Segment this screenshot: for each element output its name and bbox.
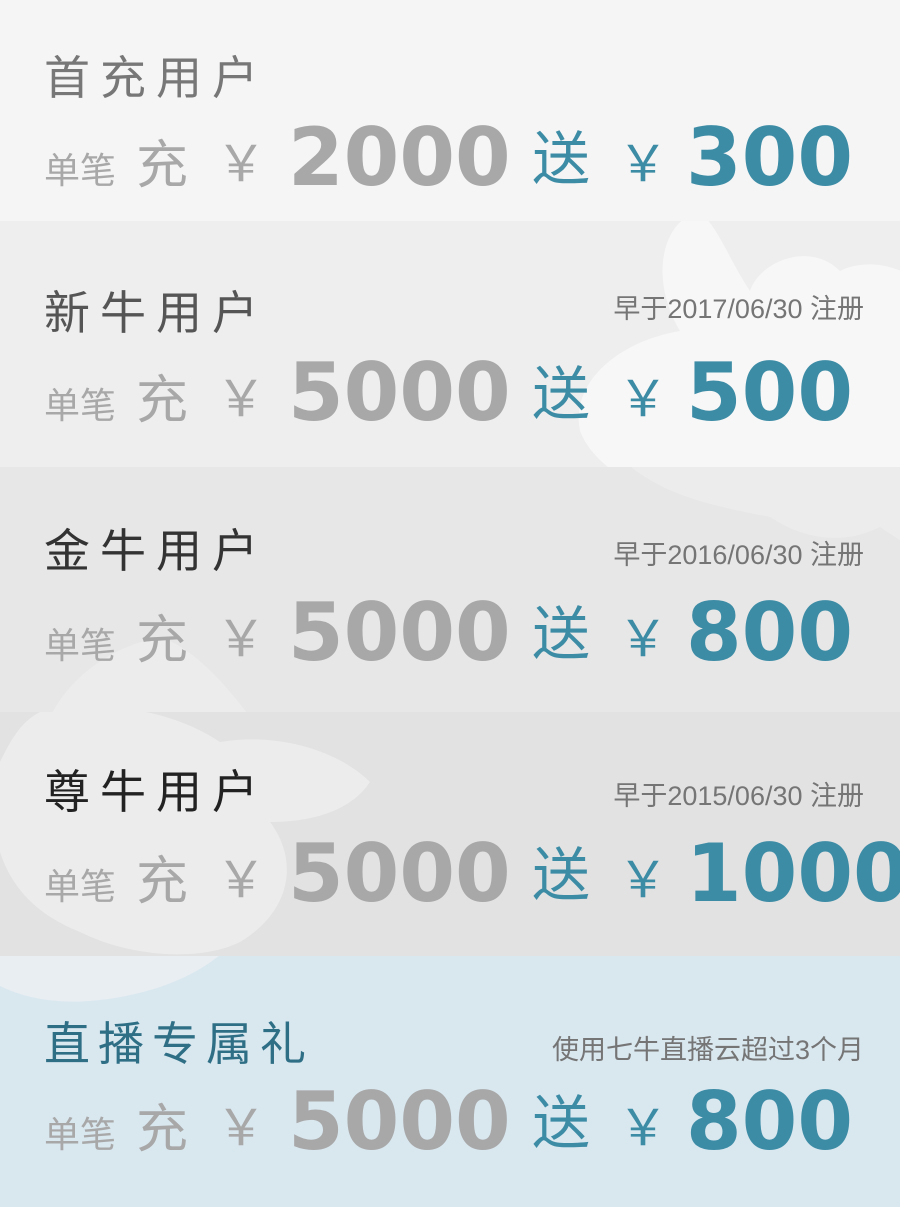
currency-symbol: ￥ xyxy=(216,370,266,428)
recharge-label: 充 xyxy=(136,371,189,431)
recharge-label: 充 xyxy=(136,611,189,671)
tier-condition: 早于2015/06/30 注册 xyxy=(613,781,864,811)
recharge-amount: 5000 xyxy=(288,346,511,439)
offer-line: 单笔 充 ￥ 5000 送 ￥ 800 xyxy=(44,1074,894,1164)
tier-condition: 早于2016/06/30 注册 xyxy=(613,540,864,570)
give-label: 送 xyxy=(532,1089,591,1157)
tier-gold-user: 金牛用户 早于2016/06/30 注册 单笔 充 ￥ 5000 送 ￥ 800 xyxy=(0,467,900,712)
offer-line: 单笔 充 ￥ 5000 送 ￥ 1000 xyxy=(44,826,900,920)
recharge-amount: 2000 xyxy=(288,111,511,204)
bonus-amount: 1000 xyxy=(686,827,900,920)
tier-condition: 早于2017/06/30 注册 xyxy=(613,294,864,324)
give-label: 送 xyxy=(532,360,591,428)
bonus-amount: 800 xyxy=(686,586,853,679)
offer-line: 单笔 充 ￥ 5000 送 ￥ 800 xyxy=(44,585,894,675)
offer-line: 单笔 充 ￥ 2000 送 ￥ 300 xyxy=(44,110,894,200)
promo-page: 首充用户 单笔 充 ￥ 2000 送 ￥ 300 新牛用户 早于2017/06/… xyxy=(0,0,900,1207)
currency-symbol: ￥ xyxy=(216,1099,266,1157)
tier-new-user: 新牛用户 早于2017/06/30 注册 单笔 充 ￥ 5000 送 ￥ 500 xyxy=(0,221,900,467)
single-label: 单笔 xyxy=(44,386,117,427)
mascot-cow-body xyxy=(0,956,219,1002)
single-label: 单笔 xyxy=(44,626,117,667)
give-label: 送 xyxy=(532,125,591,193)
recharge-amount: 5000 xyxy=(288,827,511,920)
tier-title: 新牛用户 xyxy=(44,286,268,340)
recharge-label: 充 xyxy=(136,136,189,196)
bonus-currency-symbol: ￥ xyxy=(618,610,668,668)
recharge-label: 充 xyxy=(136,852,189,912)
give-label: 送 xyxy=(532,841,591,909)
currency-symbol: ￥ xyxy=(216,135,266,193)
tier-live-streaming-gift: 直播专属礼 使用七牛直播云超过3个月 单笔 充 ￥ 5000 送 ￥ 800 xyxy=(0,956,900,1207)
bonus-amount: 300 xyxy=(686,111,853,204)
bonus-currency-symbol: ￥ xyxy=(618,851,668,909)
bonus-currency-symbol: ￥ xyxy=(618,370,668,428)
bonus-currency-symbol: ￥ xyxy=(618,135,668,193)
recharge-label: 充 xyxy=(136,1100,189,1160)
bonus-amount: 500 xyxy=(686,346,853,439)
tier-title: 首充用户 xyxy=(44,51,268,105)
bonus-currency-symbol: ￥ xyxy=(618,1099,668,1157)
currency-symbol: ￥ xyxy=(216,851,266,909)
tier-title: 直播专属礼 xyxy=(44,1017,314,1071)
tier-condition: 使用七牛直播云超过3个月 xyxy=(551,1035,864,1065)
recharge-amount: 5000 xyxy=(288,1075,511,1168)
tier-first-recharge: 首充用户 单笔 充 ￥ 2000 送 ￥ 300 xyxy=(0,0,900,221)
recharge-amount: 5000 xyxy=(288,586,511,679)
give-label: 送 xyxy=(532,600,591,668)
tier-premium-user: 尊牛用户 早于2015/06/30 注册 单笔 充 ￥ 5000 送 ￥ 100… xyxy=(0,712,900,956)
offer-line: 单笔 充 ￥ 5000 送 ￥ 500 xyxy=(44,345,894,435)
single-label: 单笔 xyxy=(44,151,117,192)
bonus-amount: 800 xyxy=(686,1075,853,1168)
tier-title: 金牛用户 xyxy=(44,524,268,578)
tier-title: 尊牛用户 xyxy=(44,765,268,819)
currency-symbol: ￥ xyxy=(216,610,266,668)
single-label: 单笔 xyxy=(44,1115,117,1156)
single-label: 单笔 xyxy=(44,867,117,908)
